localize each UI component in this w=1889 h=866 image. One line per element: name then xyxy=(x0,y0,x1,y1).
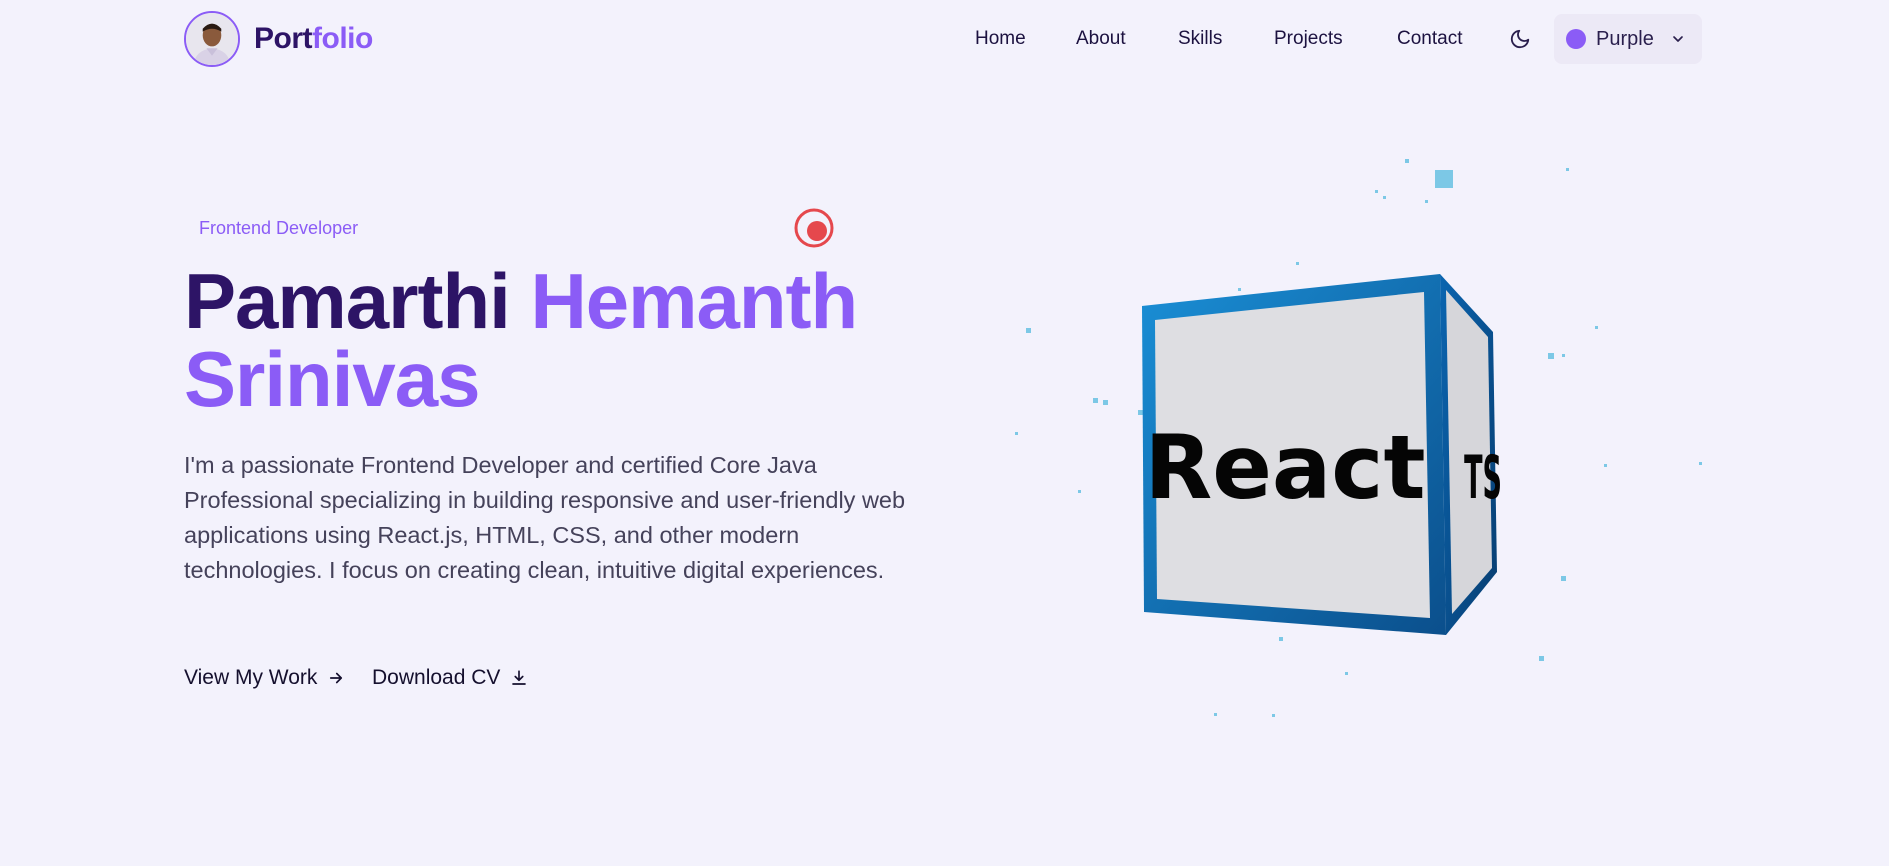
brand-title-first: Port xyxy=(254,22,313,55)
nav-projects[interactable]: Projects xyxy=(1274,28,1343,50)
color-theme-select[interactable]: Purple xyxy=(1554,14,1702,64)
view-work-button[interactable]: View My Work xyxy=(184,664,345,692)
nav-contact[interactable]: Contact xyxy=(1397,28,1462,50)
cube-side-label: TS xyxy=(1464,443,1502,513)
cube-front-label: React xyxy=(1144,416,1425,519)
theme-toggle-button[interactable] xyxy=(1505,24,1535,54)
moon-icon xyxy=(1510,29,1530,49)
brand-title: Portfolio xyxy=(254,22,373,56)
brand-link[interactable]: Portfolio xyxy=(184,9,373,69)
hero-name-first: Pamarthi xyxy=(184,257,511,345)
nav-home[interactable]: Home xyxy=(975,28,1026,50)
view-work-label: View My Work xyxy=(184,666,318,689)
chevron-down-icon xyxy=(1672,36,1683,42)
download-cv-label: Download CV xyxy=(372,666,501,689)
hero-bio: I'm a passionate Frontend Developer and … xyxy=(184,452,906,583)
nav-about[interactable]: About xyxy=(1076,28,1126,50)
recording-indicator-icon xyxy=(794,208,834,248)
download-icon xyxy=(512,670,527,685)
role-tag: Frontend Developer xyxy=(199,218,359,238)
arrow-right-icon xyxy=(330,672,343,684)
skills-cube[interactable]: React TS xyxy=(1000,140,1760,740)
avatar xyxy=(184,11,240,67)
brand-title-second: folio xyxy=(312,22,373,55)
hero-name: Pamarthi Hemanth Srinivas xyxy=(184,262,944,418)
color-theme-value: Purple xyxy=(1596,27,1654,50)
color-swatch xyxy=(1566,29,1586,49)
download-cv-button[interactable]: Download CV xyxy=(372,664,528,692)
nav-skills[interactable]: Skills xyxy=(1178,28,1222,50)
site-header: Portfolio Home About Skills Projects Con… xyxy=(0,0,1889,80)
skills-cube-scene: React TS xyxy=(1000,140,1760,740)
